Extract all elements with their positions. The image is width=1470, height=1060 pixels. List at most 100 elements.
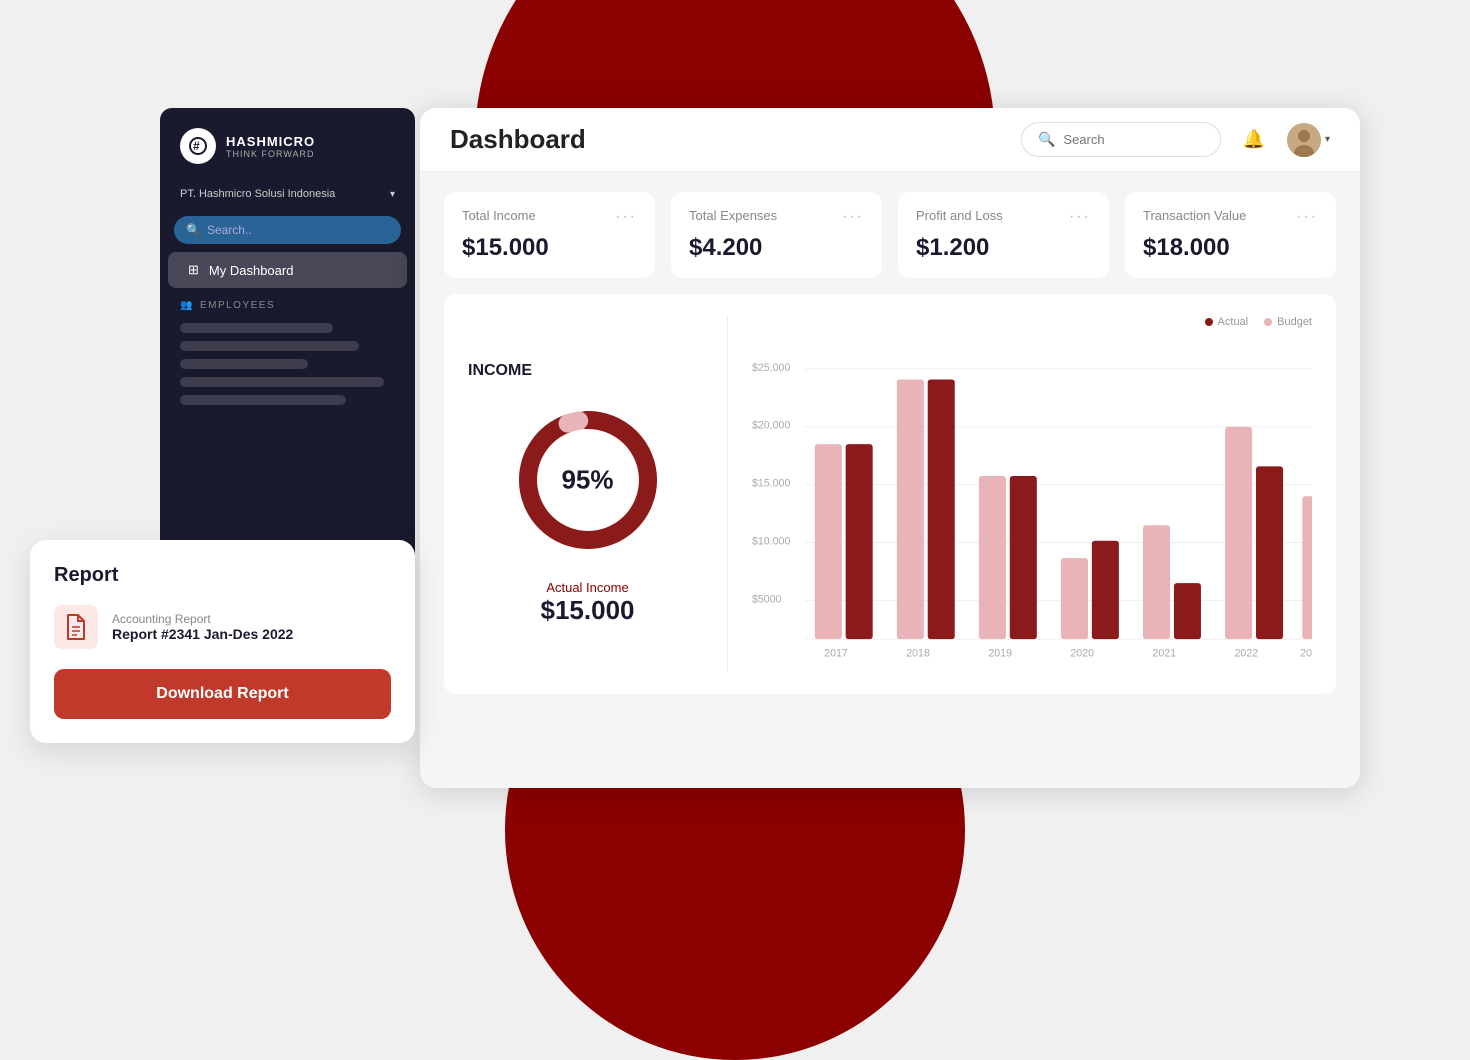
svg-text:$5000: $5000 xyxy=(752,593,782,605)
bar-2019-budget xyxy=(979,476,1006,639)
bar-2018-actual xyxy=(928,379,955,639)
sidebar-skeleton-1 xyxy=(180,323,333,333)
stat-menu-income[interactable]: ··· xyxy=(615,208,637,226)
header-right: 🔍 🔔 ▾ xyxy=(1021,122,1330,157)
bar-2018-budget xyxy=(897,379,924,639)
donut-chart: 95% xyxy=(508,400,668,560)
search-input[interactable] xyxy=(1063,132,1204,147)
search-bar[interactable]: 🔍 xyxy=(1021,122,1221,157)
page-title: Dashboard xyxy=(450,124,586,155)
search-icon: 🔍 xyxy=(1038,131,1055,148)
report-icon xyxy=(54,605,98,649)
stat-card-income: Total Income ··· $15.000 xyxy=(444,192,655,278)
svg-text:2023: 2023 xyxy=(1300,648,1312,660)
stat-card-transaction: Transaction Value ··· $18.000 xyxy=(1125,192,1336,278)
svg-text:$10.000: $10.000 xyxy=(752,536,790,548)
sidebar-skeleton-2 xyxy=(180,341,359,351)
stat-card-expenses: Total Expenses ··· $4.200 xyxy=(671,192,882,278)
stat-value-transaction: $18.000 xyxy=(1143,234,1318,262)
chevron-down-icon: ▾ xyxy=(1325,134,1330,145)
bar-2020-budget xyxy=(1061,558,1088,639)
sidebar-section-employees: 👥 EMPLOYEES xyxy=(160,290,415,315)
report-card-title: Report xyxy=(54,564,391,587)
stat-card-pnl: Profit and Loss ··· $1.200 xyxy=(898,192,1109,278)
user-avatar xyxy=(1287,123,1321,157)
sidebar-company[interactable]: PT. Hashmicro Solusi Indonesia ▾ xyxy=(160,180,415,208)
sidebar-skeleton-3 xyxy=(180,359,308,369)
svg-text:$25.000: $25.000 xyxy=(752,362,790,374)
sidebar-skeleton-4 xyxy=(180,377,384,387)
bar-2022-actual xyxy=(1256,466,1283,639)
bar-2019-actual xyxy=(1010,476,1037,639)
legend-budget: Budget xyxy=(1264,316,1312,328)
svg-text:2022: 2022 xyxy=(1235,648,1259,660)
employees-icon: 👥 xyxy=(180,300,194,311)
actual-income-value: $15.000 xyxy=(541,595,635,626)
notification-icon[interactable]: 🔔 xyxy=(1237,123,1271,157)
legend-actual-label: Actual xyxy=(1218,316,1249,328)
svg-text:$20.000: $20.000 xyxy=(752,420,790,432)
svg-text:$15.000: $15.000 xyxy=(752,478,790,490)
income-right: Actual Budget $25.000 $20.000 $15.000 $1… xyxy=(728,316,1312,672)
search-icon: 🔍 xyxy=(186,223,201,237)
download-report-button[interactable]: Download Report xyxy=(54,669,391,719)
logo-icon: # xyxy=(180,128,216,164)
stat-label-pnl: Profit and Loss xyxy=(916,208,1003,223)
bar-2017-budget xyxy=(815,444,842,639)
stat-value-expenses: $4.200 xyxy=(689,234,864,262)
bar-2021-budget xyxy=(1143,525,1170,639)
svg-text:2019: 2019 xyxy=(988,648,1012,660)
section-label: EMPLOYEES xyxy=(200,300,275,311)
bar-chart-svg: $25.000 $20.000 $15.000 $10.000 $5000 xyxy=(752,336,1312,672)
logo-text: HASHMICRO THINK FORWARD xyxy=(226,134,315,159)
legend-actual-dot xyxy=(1205,318,1213,326)
income-section: INCOME 95% Actual Income $15.000 xyxy=(444,294,1336,694)
report-name: Report #2341 Jan-Des 2022 xyxy=(112,626,293,642)
stat-menu-expenses[interactable]: ··· xyxy=(842,208,864,226)
chevron-down-icon: ▾ xyxy=(390,189,395,200)
bar-2020-actual xyxy=(1092,541,1119,639)
svg-text:2017: 2017 xyxy=(824,648,848,660)
user-dropdown[interactable]: ▾ xyxy=(1287,123,1330,157)
bar-2017-actual xyxy=(846,444,873,639)
report-type: Accounting Report xyxy=(112,612,293,626)
stat-label-expenses: Total Expenses xyxy=(689,208,777,223)
donut-percent: 95% xyxy=(561,465,613,496)
logo-name: HASHMICRO xyxy=(226,134,315,149)
income-left: INCOME 95% Actual Income $15.000 xyxy=(468,316,728,672)
sidebar-skeleton-5 xyxy=(180,395,346,405)
stat-value-income: $15.000 xyxy=(462,234,637,262)
main-panel: Dashboard 🔍 🔔 ▾ Tota xyxy=(420,108,1360,788)
stat-value-pnl: $1.200 xyxy=(916,234,1091,262)
sidebar-search-input[interactable] xyxy=(207,223,389,237)
sidebar-item-label: My Dashboard xyxy=(209,263,294,278)
logo-tagline: THINK FORWARD xyxy=(226,149,315,159)
sidebar: # HASHMICRO THINK FORWARD PT. Hashmicro … xyxy=(160,108,415,568)
chart-legend: Actual Budget xyxy=(752,316,1312,328)
stat-menu-pnl[interactable]: ··· xyxy=(1069,208,1091,226)
actual-income-label: Actual Income xyxy=(546,580,628,595)
report-info: Accounting Report Report #2341 Jan-Des 2… xyxy=(112,612,293,642)
report-item: Accounting Report Report #2341 Jan-Des 2… xyxy=(54,605,391,649)
legend-actual: Actual xyxy=(1205,316,1249,328)
report-card: Report Accounting Report Report #2341 Ja… xyxy=(30,540,415,743)
svg-text:#: # xyxy=(193,139,200,153)
legend-budget-dot xyxy=(1264,318,1272,326)
dashboard-header: Dashboard 🔍 🔔 ▾ xyxy=(420,108,1360,172)
svg-text:2018: 2018 xyxy=(906,648,930,660)
company-name: PT. Hashmicro Solusi Indonesia xyxy=(180,188,335,200)
bar-2021-actual xyxy=(1174,583,1201,639)
stat-menu-transaction[interactable]: ··· xyxy=(1296,208,1318,226)
bar-2022-budget xyxy=(1225,427,1252,639)
svg-text:2020: 2020 xyxy=(1070,648,1094,660)
bar-2023-budget xyxy=(1302,496,1312,639)
svg-text:2021: 2021 xyxy=(1152,648,1176,660)
dashboard-icon: ⊞ xyxy=(188,262,199,278)
sidebar-item-dashboard[interactable]: ⊞ My Dashboard xyxy=(168,252,407,288)
stat-label-income: Total Income xyxy=(462,208,536,223)
sidebar-logo: # HASHMICRO THINK FORWARD xyxy=(160,128,415,180)
sidebar-search[interactable]: 🔍 xyxy=(174,216,401,244)
stats-section: Total Income ··· $15.000 Total Expenses … xyxy=(420,172,1360,294)
stat-label-transaction: Transaction Value xyxy=(1143,208,1246,223)
bar-chart-area: $25.000 $20.000 $15.000 $10.000 $5000 xyxy=(752,336,1312,672)
